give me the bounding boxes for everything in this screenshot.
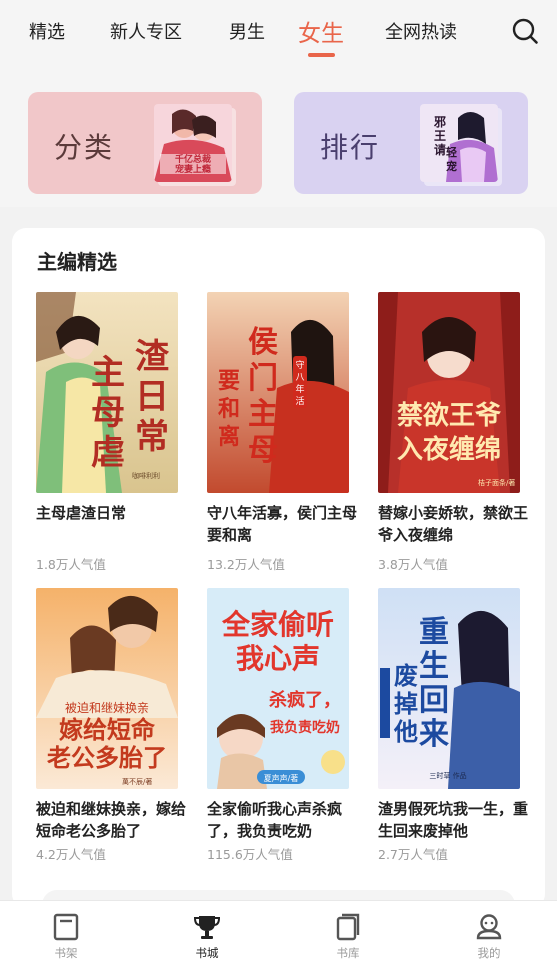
bookshelf-icon <box>53 913 79 941</box>
svg-text:他: 他 <box>393 717 418 746</box>
section-title: 主编精选 <box>37 250 117 274</box>
profile-icon <box>476 914 502 940</box>
ranking-label: 排行 <box>320 131 381 164</box>
svg-text:八: 八 <box>295 373 304 383</box>
nav-label: 书库 <box>336 946 360 960</box>
svg-text:年: 年 <box>295 383 304 395</box>
svg-text:离: 离 <box>218 424 240 450</box>
svg-text:侯: 侯 <box>248 325 278 360</box>
category-label: 分类 <box>54 131 115 164</box>
tab-featured[interactable]: 精选 <box>29 18 65 44</box>
svg-text:常: 常 <box>135 417 169 457</box>
tab-newcomer[interactable]: 新人专区 <box>110 18 182 44</box>
book-popularity: 115.6万人气值 <box>207 847 293 862</box>
book-title[interactable]: 守八年活寡，侯门主母要和离 <box>207 502 357 546</box>
svg-text:掉: 掉 <box>394 689 418 718</box>
svg-text:王: 王 <box>434 129 446 143</box>
category-card[interactable]: 分类 千亿总裁 宠妻上瘾 <box>28 92 262 194</box>
tab-male[interactable]: 男生 <box>229 18 265 44</box>
search-icon[interactable] <box>511 17 539 45</box>
svg-text:主: 主 <box>91 353 125 393</box>
svg-text:夏声声/著: 夏声声/著 <box>264 773 299 783</box>
svg-text:我负责吃奶: 我负责吃奶 <box>270 719 340 736</box>
svg-text:重: 重 <box>419 615 449 650</box>
book-title[interactable]: 替嫁小妾娇软，禁欲王爷入夜缠绵 <box>378 502 528 546</box>
book-cover[interactable]: 全家偷听 我心声 杀疯了， 我负责吃奶 夏声声/著 <box>207 588 349 789</box>
svg-text:桔子面条/著: 桔子面条/著 <box>478 478 515 487</box>
top-nav: 精选 新人专区 男生 女生 全网热读 <box>0 0 557 62</box>
book-cover[interactable]: 重 生 回 来 废 掉 他 三时草 作品 <box>378 588 520 789</box>
svg-text:萬不辰/著: 萬不辰/著 <box>122 777 152 786</box>
svg-text:入夜缠绵: 入夜缠绵 <box>397 434 501 465</box>
book-title[interactable]: 被迫和继妹换亲，嫁给短命老公多胎了 <box>36 798 186 842</box>
ranking-card[interactable]: 排行 邪 王 请 轻 宠 <box>294 92 528 194</box>
category-cover-image: 千亿总裁 宠妻上瘾 <box>154 104 232 182</box>
category-cards: 分类 千亿总裁 宠妻上瘾 排行 邪 王 请 轻 宠 <box>0 62 557 207</box>
nav-bookstore[interactable]: 书城 <box>177 913 237 961</box>
svg-text:和: 和 <box>218 396 240 422</box>
svg-text:活: 活 <box>295 395 304 407</box>
svg-text:主: 主 <box>248 397 278 432</box>
book-popularity: 2.7万人气值 <box>378 847 448 862</box>
svg-text:来: 来 <box>419 717 449 752</box>
book-cover[interactable]: 主 母 虐 渣 日 常 咖啡利利 <box>36 292 178 493</box>
book-cover[interactable]: 被迫和继妹换亲 嫁给短命 老公多胎了 萬不辰/著 <box>36 588 178 789</box>
ranking-cover-image: 邪 王 请 轻 宠 <box>420 104 498 182</box>
svg-text:渣: 渣 <box>135 337 170 377</box>
svg-text:守: 守 <box>295 359 304 371</box>
nav-bookshelf[interactable]: 书架 <box>36 913 96 961</box>
book-cover[interactable]: 侯 门 主 母 要 和 离 守 八 年 活 <box>207 292 349 493</box>
svg-text:回: 回 <box>419 683 449 718</box>
svg-text:虐: 虐 <box>91 433 125 473</box>
nav-label: 书架 <box>54 946 78 960</box>
book-popularity: 13.2万人气值 <box>207 557 285 572</box>
nav-profile[interactable]: 我的 <box>459 913 519 961</box>
svg-text:咖啡利利: 咖啡利利 <box>132 471 160 480</box>
svg-text:三时草 作品: 三时草 作品 <box>429 771 466 780</box>
svg-text:宠妻上瘾: 宠妻上瘾 <box>175 163 211 175</box>
book-title[interactable]: 主母虐渣日常 <box>36 502 186 524</box>
svg-text:门: 门 <box>248 361 278 396</box>
editor-picks-panel: 主编精选 主 母 虐 渣 日 常 咖啡利利 主母虐渣日常 1.8万人气值 侯 门… <box>12 228 545 920</box>
nav-library[interactable]: 书库 <box>318 913 378 961</box>
book-popularity: 1.8万人气值 <box>36 557 106 572</box>
svg-text:禁欲王爷: 禁欲王爷 <box>397 401 502 431</box>
tab-trending[interactable]: 全网热读 <box>385 18 457 44</box>
active-tab-indicator <box>308 53 335 57</box>
svg-text:废: 废 <box>394 661 418 690</box>
svg-text:邪: 邪 <box>433 115 446 129</box>
svg-text:母: 母 <box>248 433 278 468</box>
svg-text:生: 生 <box>419 649 449 684</box>
svg-text:日: 日 <box>135 377 169 417</box>
svg-text:母: 母 <box>91 393 125 433</box>
book-title[interactable]: 全家偷听我心声杀疯了，我负责吃奶 <box>207 798 357 842</box>
library-icon <box>336 913 360 941</box>
book-title[interactable]: 渣男假死坑我一生，重生回来废掉他 <box>378 798 528 842</box>
svg-text:轻: 轻 <box>446 145 457 159</box>
svg-text:宠: 宠 <box>446 159 457 173</box>
svg-text:嫁给短命: 嫁给短命 <box>59 715 156 744</box>
book-popularity: 4.2万人气值 <box>36 847 106 862</box>
book-popularity: 3.8万人气值 <box>378 557 448 572</box>
bottom-nav: 书架 书城 书库 我的 <box>0 900 557 971</box>
nav-label: 我的 <box>477 946 501 960</box>
tab-female[interactable]: 女生 <box>298 14 344 48</box>
svg-text:请: 请 <box>434 142 446 157</box>
svg-text:全家偷听: 全家偷听 <box>221 608 334 641</box>
svg-text:我心声: 我心声 <box>236 642 320 675</box>
book-cover[interactable]: 禁欲王爷 入夜缠绵 桔子面条/著 <box>378 292 520 493</box>
svg-text:要: 要 <box>218 368 240 394</box>
trophy-icon <box>193 916 221 939</box>
svg-text:被迫和继妹换亲: 被迫和继妹换亲 <box>65 701 149 715</box>
nav-label: 书城 <box>195 946 219 960</box>
svg-text:千亿总裁: 千亿总裁 <box>175 153 211 165</box>
svg-text:杀疯了，: 杀疯了， <box>269 689 341 711</box>
svg-text:老公多胎了: 老公多胎了 <box>47 743 167 772</box>
